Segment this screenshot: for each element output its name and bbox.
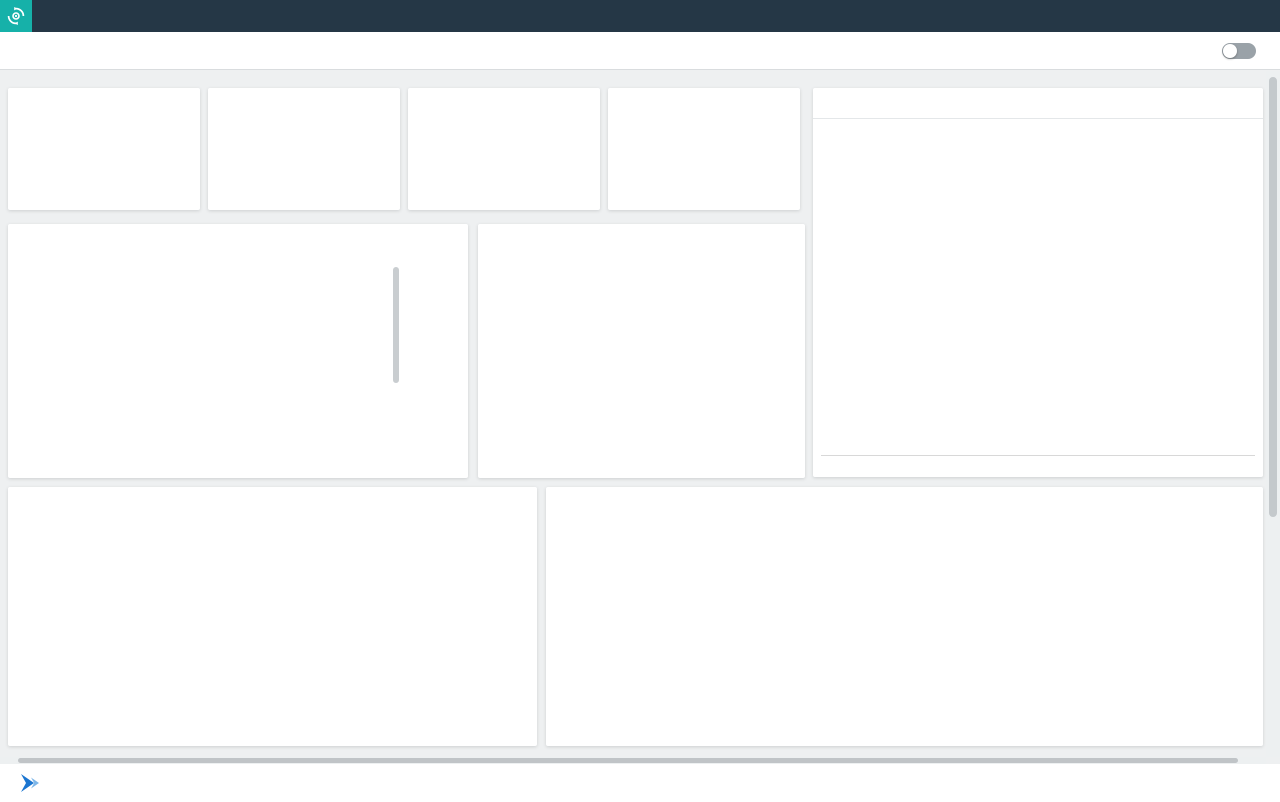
vertical-scrollbar[interactable]	[1266, 71, 1280, 757]
minitab-logo-icon	[19, 773, 43, 793]
analysis-sixpack-card	[813, 88, 1263, 477]
divider	[821, 455, 1255, 456]
kpi-card-mean-of-rest-blood-pressure	[208, 88, 400, 210]
kpi-card-mean-of-max-heart-rate	[608, 88, 800, 210]
topbar	[0, 0, 1280, 32]
toggle-knob	[1223, 44, 1237, 58]
divider	[813, 118, 1263, 119]
bar-chart-card	[478, 224, 805, 478]
auto-update-toggle[interactable]	[1222, 43, 1256, 59]
horizontal-scrollbar-thumb[interactable]	[18, 758, 1238, 763]
sync-gear-icon	[6, 6, 26, 26]
panel-scrollbar-thumb[interactable]	[393, 267, 399, 383]
kpi-card-mean-of-cholesterol	[408, 88, 600, 210]
imr-chart-card	[546, 487, 1263, 746]
minitab-connect-logo-icon[interactable]	[0, 0, 32, 32]
dashboard-content	[0, 71, 1266, 760]
correlogram-card	[8, 224, 468, 478]
analysis-statistics-card	[8, 487, 537, 746]
horizontal-scrollbar[interactable]	[0, 757, 1266, 764]
page	[0, 0, 1280, 802]
page-header	[0, 32, 1280, 70]
kpi-card-mean-of-age	[8, 88, 200, 210]
footer	[0, 764, 1280, 802]
vertical-scrollbar-thumb[interactable]	[1269, 77, 1277, 517]
